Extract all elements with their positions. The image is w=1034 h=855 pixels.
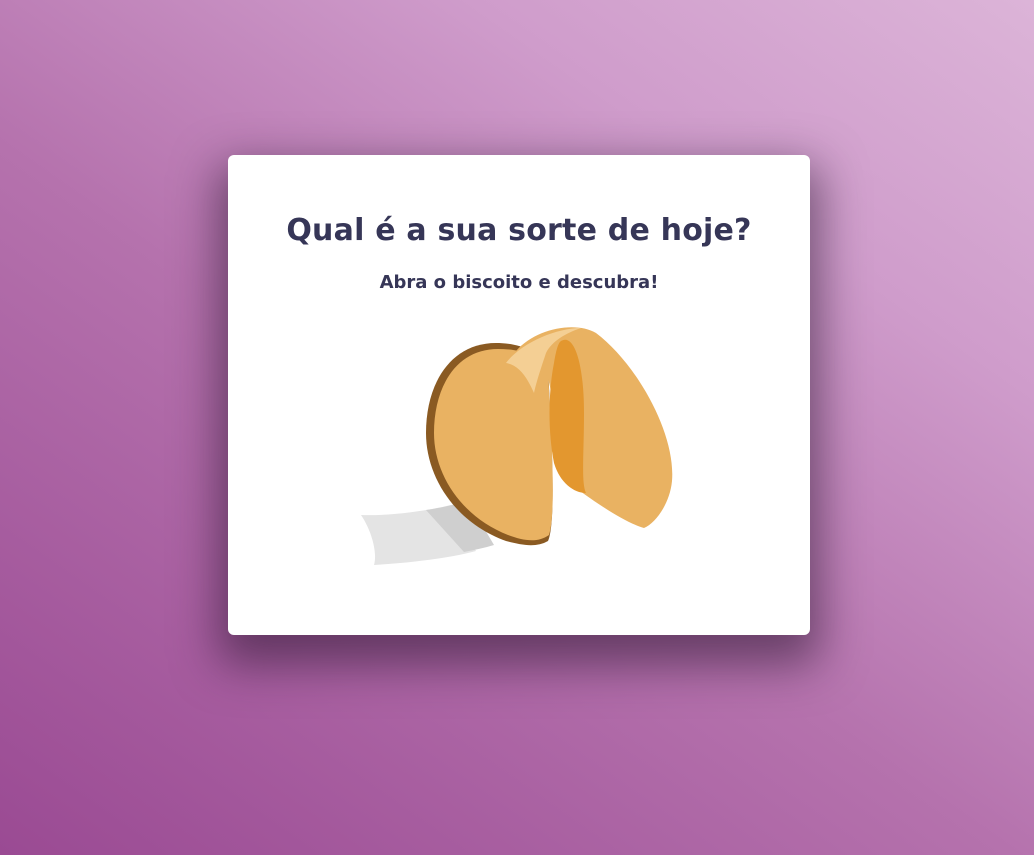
fortune-cookie-button[interactable] <box>356 323 676 573</box>
fortune-card: Qual é a sua sorte de hoje? Abra o bisco… <box>228 155 810 635</box>
page-subtitle: Abra o biscoito e descubra! <box>379 272 659 293</box>
fortune-cookie-icon <box>361 327 673 565</box>
page-title: Qual é a sua sorte de hoje? <box>286 213 752 248</box>
